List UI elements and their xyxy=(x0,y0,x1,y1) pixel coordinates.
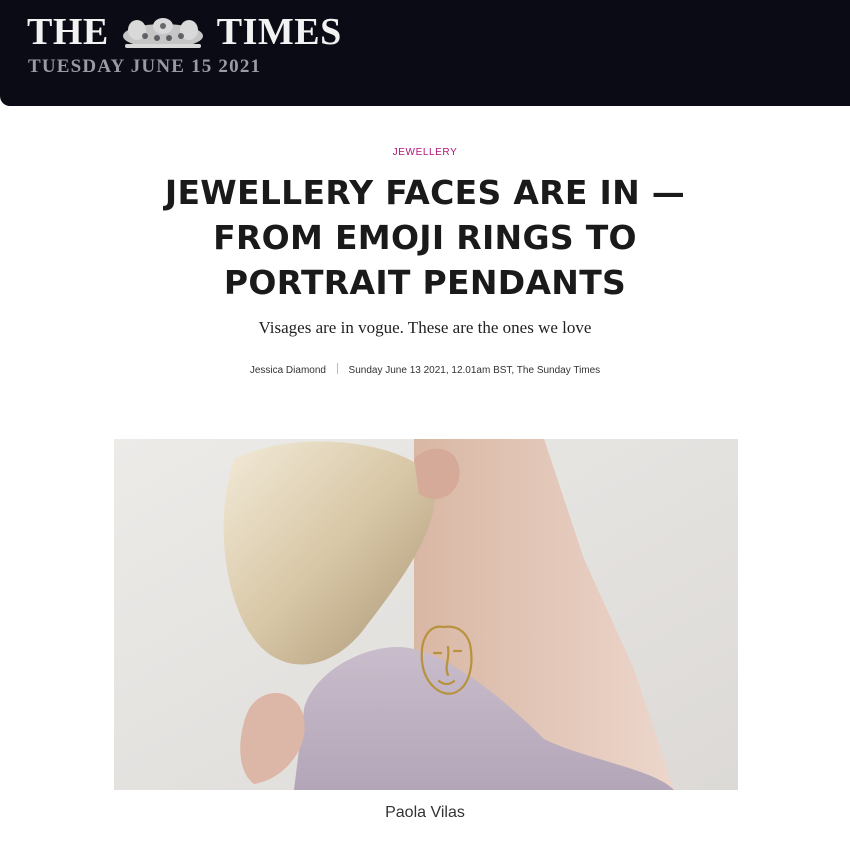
times-logo[interactable]: THE TIMES xyxy=(27,10,342,54)
section-label[interactable]: JEWELLERY xyxy=(0,147,850,158)
headline: JEWELLERY FACES ARE IN — FROM EMOJI RING… xyxy=(150,170,700,305)
hero-image xyxy=(114,439,738,790)
logo-word-times: TIMES xyxy=(216,11,342,53)
publish-date: Sunday June 13 2021, 12.01am BST, The Su… xyxy=(348,365,601,376)
edition-date: TUESDAY JUNE 15 2021 xyxy=(28,56,262,77)
royal-crest-icon xyxy=(122,18,203,48)
hero-photo xyxy=(114,439,738,790)
masthead: THE TIMES TUESDAY JUNE 15 2021 xyxy=(0,0,850,106)
headline-line: FROM EMOJI RINGS TO xyxy=(213,218,637,257)
headline-line: JEWELLERY FACES ARE IN — xyxy=(164,173,686,212)
image-caption: Paola Vilas xyxy=(385,804,465,821)
standfirst: Visages are in vogue. These are the ones… xyxy=(258,318,592,337)
logo-word-the: THE xyxy=(27,11,109,53)
author-name[interactable]: Jessica Diamond xyxy=(250,365,326,376)
byline: Jessica Diamond Sunday June 13 2021, 12.… xyxy=(0,363,850,376)
byline-divider xyxy=(336,363,338,374)
headline-line: PORTRAIT PENDANTS xyxy=(223,263,627,302)
